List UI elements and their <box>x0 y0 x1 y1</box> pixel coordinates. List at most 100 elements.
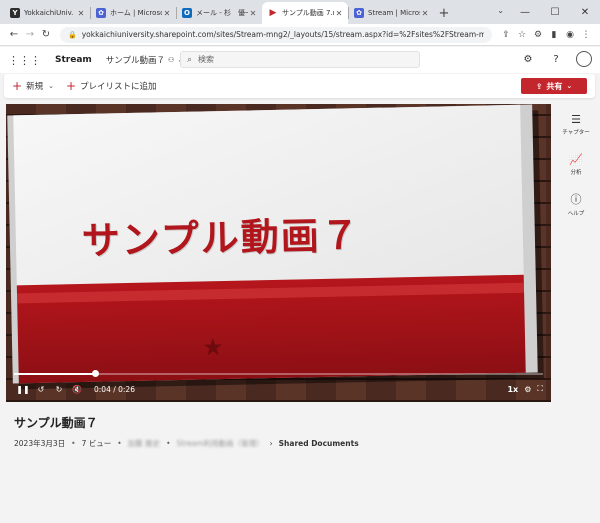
menu-icon[interactable]: ⋮ <box>578 30 594 40</box>
new-label: 新規 <box>26 82 44 92</box>
document-title: サンプル動画７ <box>105 56 166 66</box>
seek-bar-handle[interactable] <box>92 370 100 377</box>
browser-tab[interactable]: O メール - 杉 優一 ✕ <box>176 2 262 24</box>
star-icon: ★ <box>201 333 224 362</box>
close-tab-icon[interactable]: ✕ <box>76 9 86 18</box>
person-icon <box>576 51 592 67</box>
browser-tab[interactable]: Y YokkaichiUniv. C ✕ <box>4 2 90 24</box>
volume-mute-icon[interactable]: 🔇 <box>68 385 86 394</box>
video-slide-title: サンプル動画７ <box>81 213 362 263</box>
document-title-menu[interactable]: サンプル動画７ ⚇ ⌄ <box>106 54 183 66</box>
profile-icon[interactable]: ◉ <box>562 30 578 40</box>
browser-tab-title: Stream | Microso <box>368 9 420 17</box>
microsoft-favicon-icon: ✿ <box>96 8 106 18</box>
address-bar[interactable]: 🔒 yokkaichiuniversity.sharepoint.com/sit… <box>60 26 492 43</box>
video-title: サンプル動画７ <box>14 416 98 430</box>
seek-bar[interactable] <box>14 370 543 377</box>
account-avatar[interactable] <box>576 51 592 67</box>
browser-tab[interactable]: ✿ Stream | Microso ✕ <box>348 2 434 24</box>
rewind-10-icon[interactable]: ↺ <box>32 385 50 394</box>
close-tab-icon[interactable]: ✕ <box>162 9 172 18</box>
window-controls: — ☐ ✕ <box>510 0 600 24</box>
new-tab-button[interactable]: + <box>434 2 454 24</box>
search-placeholder: 検索 <box>198 55 215 64</box>
browser-tab-title: メール - 杉 優一 <box>196 9 248 17</box>
browser-tab-title: サンプル動画 7.m <box>282 9 334 17</box>
upload-date: 2023年3月3日 <box>14 439 66 448</box>
pause-icon[interactable]: ❚❚ <box>14 385 32 394</box>
chevron-right-icon: › <box>269 439 273 448</box>
minimize-icon[interactable]: — <box>510 0 540 24</box>
sidebar-icon[interactable]: ▮ <box>546 30 562 40</box>
lock-icon: 🔒 <box>68 30 77 39</box>
tab-search-icon[interactable]: ⌄ <box>497 6 504 15</box>
extensions-icon[interactable]: ⚙ <box>530 30 546 40</box>
header-actions: ⚙ ? <box>520 51 592 67</box>
browser-tab-title: YokkaichiUniv. C <box>24 9 76 17</box>
browser-tab[interactable]: ✿ ホーム | Microsoft ✕ <box>90 2 176 24</box>
stream-video-favicon-icon: ▶ <box>268 8 278 18</box>
stream-header: ⋮⋮⋮ Stream サンプル動画７ ⚇ ⌄ ⌕ 検索 ⚙ ? <box>0 47 600 73</box>
back-icon[interactable]: ← <box>6 29 22 40</box>
video-slide: サンプル動画７ ★ <box>7 104 544 390</box>
settings-gear-icon[interactable]: ⚙ <box>520 51 536 67</box>
app-launcher-icon[interactable]: ⋮⋮⋮ <box>8 54 41 67</box>
share-button[interactable]: ⇪ 共有 ⌄ <box>521 78 587 94</box>
forward-10-icon[interactable]: ↻ <box>50 385 68 394</box>
help-label: ヘルプ <box>567 211 585 217</box>
plus-icon: + <box>12 79 23 93</box>
new-button[interactable]: + 新規 ⌄ <box>12 80 54 92</box>
url-text: yokkaichiuniversity.sharepoint.com/sites… <box>81 30 484 39</box>
command-bar: + 新規 ⌄ + プレイリストに追加 ⇪ 共有 ⌄ <box>4 74 595 98</box>
chapters-label: チャプター <box>562 129 590 136</box>
seek-bar-progress <box>14 373 96 375</box>
video-controls-right: 1x ⚙ ⛶ <box>507 384 543 394</box>
site-name[interactable]: Stream利用動画（管理） <box>177 438 264 449</box>
browser-tab-active[interactable]: ▶ サンプル動画 7.m ✕ <box>262 2 348 24</box>
reload-icon[interactable]: ↻ <box>38 29 54 40</box>
right-rail: ☰ チャプター 📈 分析 ⓘ ヘルプ <box>556 104 596 224</box>
time-display: 0:04 / 0:26 <box>94 384 135 394</box>
bookmark-star-icon[interactable]: ☆ <box>514 30 530 40</box>
video-player[interactable]: サンプル動画７ ★ ❚❚ ↺ ↻ 🔇 0:04 / 0:26 1x ⚙ ⛶ <box>6 104 551 402</box>
close-tab-icon[interactable]: ✕ <box>334 9 344 18</box>
add-to-playlist-button[interactable]: + プレイリストに追加 <box>66 80 157 92</box>
video-settings-gear-icon[interactable]: ⚙ <box>524 385 531 394</box>
yokkaichi-favicon-icon: Y <box>10 8 20 18</box>
fullscreen-icon[interactable]: ⛶ <box>537 384 543 394</box>
analytics-label: 分析 <box>570 169 582 176</box>
library-link[interactable]: Shared Documents <box>279 439 359 448</box>
share-icon: ⇪ <box>535 81 543 91</box>
video-controls: ❚❚ ↺ ↻ 🔇 0:04 / 0:26 1x ⚙ ⛶ <box>14 382 543 396</box>
search-input[interactable]: ⌕ 検索 <box>180 51 420 68</box>
share-label: 共有 <box>546 81 563 91</box>
share-page-icon[interactable]: ⇪ <box>498 30 514 40</box>
analytics-chart-icon: 📈 <box>569 152 583 166</box>
forward-icon[interactable]: → <box>22 29 38 40</box>
owner-name[interactable]: 加藤 雅史 <box>128 438 160 449</box>
close-tab-icon[interactable]: ✕ <box>248 9 258 18</box>
search-icon: ⌕ <box>187 54 193 65</box>
outlook-favicon-icon: O <box>182 8 192 18</box>
help-circle-icon: ⓘ <box>570 193 582 206</box>
help-button[interactable]: ⓘ ヘルプ <box>556 184 596 224</box>
playback-speed-button[interactable]: 1x <box>507 385 518 394</box>
video-metadata: 2023年3月3日 • 7 ビュー • 加藤 雅史 • Stream利用動画（管… <box>14 438 359 449</box>
chevron-down-icon: ⌄ <box>48 82 54 90</box>
close-window-icon[interactable]: ✕ <box>570 0 600 24</box>
browser-toolbar: ← → ↻ 🔒 yokkaichiuniversity.sharepoint.c… <box>0 24 600 46</box>
help-icon[interactable]: ? <box>548 51 564 67</box>
stream-favicon-icon: ✿ <box>354 8 364 18</box>
browser-tab-strip: Y YokkaichiUniv. C ✕ ✿ ホーム | Microsoft ✕… <box>0 0 600 24</box>
chevron-down-icon: ⌄ <box>566 82 573 90</box>
plus-icon: + <box>65 79 77 93</box>
add-playlist-label: プレイリストに追加 <box>80 82 157 92</box>
chapters-button[interactable]: ☰ チャプター <box>556 104 596 144</box>
app-name[interactable]: Stream <box>55 55 92 65</box>
view-count: 7 ビュー <box>81 439 112 448</box>
people-icon: ⚇ <box>168 56 175 64</box>
maximize-icon[interactable]: ☐ <box>540 0 570 24</box>
analytics-button[interactable]: 📈 分析 <box>556 144 596 184</box>
chapters-list-icon: ☰ <box>571 112 581 126</box>
close-tab-icon[interactable]: ✕ <box>420 9 430 18</box>
